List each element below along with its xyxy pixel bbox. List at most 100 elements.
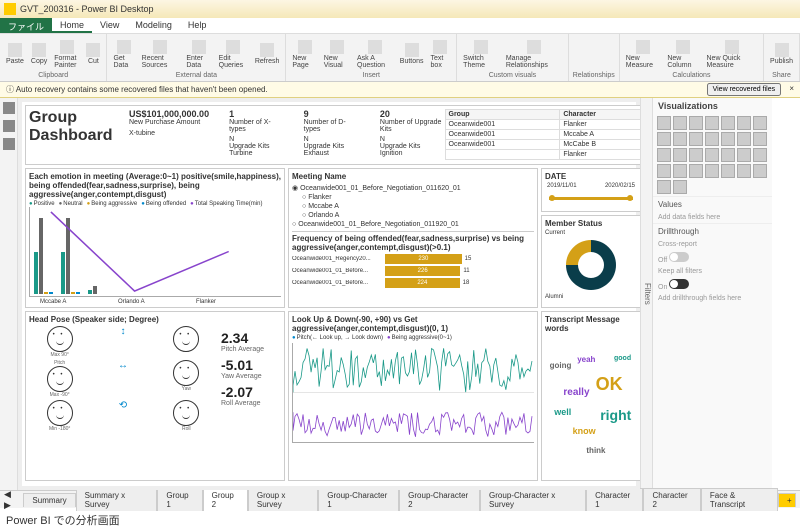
page-tab[interactable]: Summary x Survey [76,488,158,511]
viz-values-hint[interactable]: Add data fields here [653,212,772,223]
viz-type-icon[interactable] [721,132,735,146]
ribbon-paste[interactable]: Paste [4,36,26,72]
ribbon-new-measure[interactable]: New Measure [624,36,663,72]
ribbon-text-box[interactable]: Text box [429,36,453,72]
tab-view[interactable]: View [92,18,127,33]
ribbon-manage-relationships[interactable]: Manage Relationships [504,36,564,72]
viz-type-icon[interactable] [753,164,767,178]
viz-type-icon[interactable] [657,164,671,178]
viz-type-icon[interactable] [689,132,703,146]
ribbon-buttons[interactable]: Buttons [398,36,426,72]
ribbon-cut[interactable]: Cut [84,36,102,72]
viz-type-icon[interactable] [705,164,719,178]
report-view-icon[interactable] [3,102,15,114]
viz-type-icon[interactable] [673,180,687,194]
view-recovered-button[interactable]: View recovered files [707,83,782,96]
headpose-title: Head Pose (Speaker side; Degree) [29,315,281,324]
data-view-icon[interactable] [3,120,15,132]
viz-type-icon[interactable] [737,164,751,178]
viz-type-icon[interactable] [657,132,671,146]
model-view-icon[interactable] [3,138,15,150]
ribbon-new-quick-measure[interactable]: New Quick Measure [705,36,760,72]
viz-icons[interactable] [653,114,772,196]
meeting-item[interactable]: Oceanwide001_01_Before_Negotiation_01192… [292,220,534,229]
page-tab[interactable]: Group x Survey [248,488,318,511]
meeting-list[interactable]: Oceanwide001_01_Before_Negotiation_01162… [292,183,534,229]
date-tile[interactable]: DATE 2019/11/01 2020/02/15 [541,168,640,212]
wordcloud: OKrightreallyknowwellthinkgoinggoodyeah [545,335,637,465]
meeting-item[interactable]: Mccabe A [292,202,534,211]
ribbon-enter-data[interactable]: Enter Data [184,36,213,72]
page-tab[interactable]: Character 2 [643,488,700,511]
viz-type-icon[interactable] [705,148,719,162]
frequency-tile[interactable]: Frequency of being offended(fear,sadness… [292,231,534,304]
drill-hint[interactable]: Add drillthrough fields here [653,293,772,304]
page-tab[interactable]: Summary [23,493,75,507]
ribbon-recent-sources[interactable]: Recent Sources [140,36,182,72]
emotion-tile[interactable]: Each emotion in meeting (Average:0~1) po… [25,168,285,308]
meeting-item[interactable]: Oceanwide001_01_Before_Negotiation_01162… [292,183,534,193]
viz-type-icon[interactable] [753,148,767,162]
tab-file[interactable]: ファイル [0,18,52,33]
member-tile[interactable]: Member Status Current Alumni [541,215,640,308]
page-tab[interactable]: Group 2 [203,488,248,511]
viz-type-icon[interactable] [721,164,735,178]
page-tab[interactable]: Group 1 [157,488,202,511]
viz-type-icon[interactable] [657,116,671,130]
viz-type-icon[interactable] [689,164,703,178]
ribbon-refresh[interactable]: Refresh [253,36,282,72]
side-panes: Filters Visualizations Values Add data f… [640,98,800,490]
keep-toggle[interactable] [669,279,689,289]
meeting-tile[interactable]: Meeting Name Oceanwide001_01_Before_Nego… [288,168,538,308]
tab-help[interactable]: Help [180,18,215,33]
viz-type-icon[interactable] [673,148,687,162]
page-tab[interactable]: Group-Character 2 [399,488,480,511]
window-title: GVT_200316 - Power BI Desktop [20,4,154,14]
viz-type-icon[interactable] [705,132,719,146]
viz-type-icon[interactable] [673,164,687,178]
viz-type-icon[interactable] [705,116,719,130]
page-tab[interactable]: Character 1 [586,488,643,511]
amount-value: US$101,000,000.00 [129,109,209,119]
ribbon-edit-queries[interactable]: Edit Queries [217,36,250,72]
viz-type-icon[interactable] [673,116,687,130]
meeting-item[interactable]: Orlando A [292,211,534,220]
viz-type-icon[interactable] [657,180,671,194]
viz-type-icon[interactable] [673,132,687,146]
viz-type-icon[interactable] [689,148,703,162]
filters-pane-collapsed[interactable]: Filters [640,98,652,490]
ribbon-format-painter[interactable]: Format Painter [52,36,81,72]
viz-type-icon[interactable] [737,148,751,162]
page-tab[interactable]: Group-Character 1 [318,488,399,511]
add-page-button[interactable]: + [778,493,796,507]
viz-type-icon[interactable] [753,132,767,146]
tab-modeling[interactable]: Modeling [127,18,180,33]
group-table[interactable]: GroupCharacterAgreed or NotOceanwide001F… [445,109,641,161]
ribbon-new-column[interactable]: New Column [665,36,701,72]
ribbon-ask-a-question[interactable]: Ask A Question [355,36,395,72]
cross-toggle[interactable] [669,252,689,262]
meeting-item[interactable]: Flanker [292,193,534,202]
headpose-tile[interactable]: Head Pose (Speaker side; Degree) Max 90°… [25,311,285,481]
viz-type-icon[interactable] [657,148,671,162]
ribbon-copy[interactable]: Copy [29,36,49,72]
tab-home[interactable]: Home [52,18,92,33]
viz-type-icon[interactable] [721,116,735,130]
page-tab[interactable]: Group-Character x Survey [480,488,586,511]
report-canvas[interactable]: Group Dashboard US$101,000,000.00 New Pu… [18,98,640,490]
viz-type-icon[interactable] [753,116,767,130]
infobar-close-icon[interactable]: × [789,84,794,93]
ribbon-get-data[interactable]: Get Data [111,36,136,72]
ribbon-switch-theme[interactable]: Switch Theme [461,36,501,72]
transcript-tile[interactable]: Transcript Message words OKrightreallykn… [541,311,640,481]
page-tab[interactable]: Face & Transcript [701,488,778,511]
viz-type-icon[interactable] [721,148,735,162]
viz-type-icon[interactable] [689,116,703,130]
viz-type-icon[interactable] [737,132,751,146]
ribbon-new-visual[interactable]: New Visual [322,36,352,72]
viz-type-icon[interactable] [737,116,751,130]
date-slider[interactable] [549,197,633,200]
ribbon-new-page[interactable]: New Page [290,36,318,72]
ribbon-publish[interactable]: Publish [768,36,795,72]
lookup-tile[interactable]: Look Up & Down(-90, +90) vs Get aggressi… [288,311,538,481]
